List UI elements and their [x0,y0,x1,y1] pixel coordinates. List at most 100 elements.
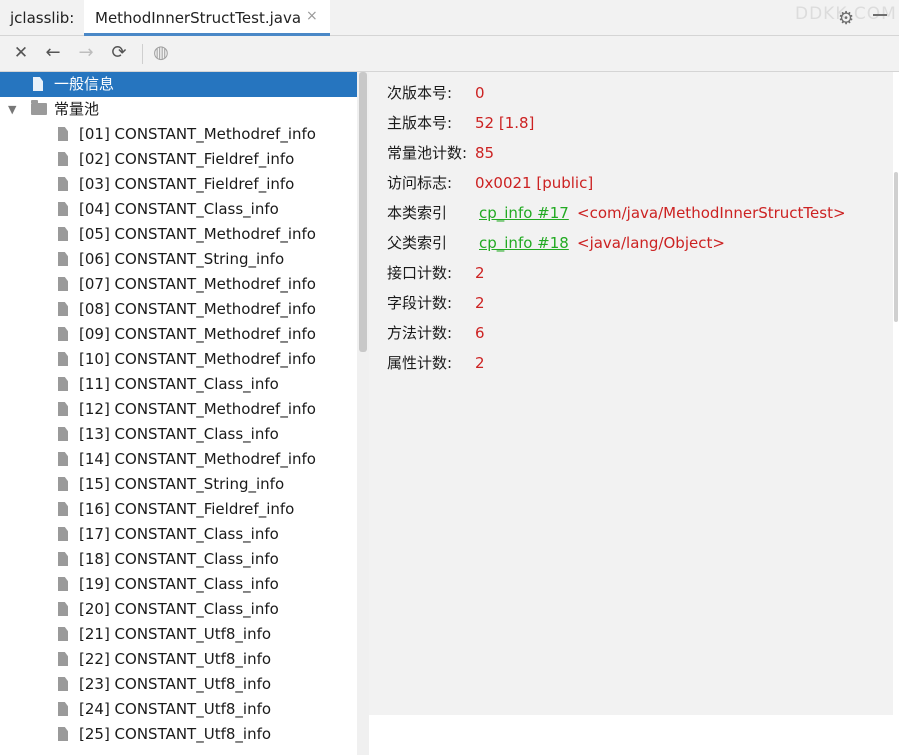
tree-item-constant[interactable]: [14] CONSTANT_Methodref_info [0,447,357,472]
file-icon [58,552,68,566]
tree-item-general-info[interactable]: 一般信息 [0,72,357,97]
attributes-count-value: 2 [475,354,485,372]
methods-count-value: 6 [475,324,485,342]
file-icon [58,652,68,666]
tree-item-constant[interactable]: [25] CONSTANT_Utf8_info [0,722,357,747]
tab-label: MethodInnerStructTest.java [95,9,302,27]
tree-item-constant[interactable]: [01] CONSTANT_Methodref_info [0,122,357,147]
tree-item-label: [09] CONSTANT_Methodref_info [79,325,316,343]
super-class-value: <java/lang/Object> [577,234,725,252]
tree-item-constant[interactable]: [22] CONSTANT_Utf8_info [0,647,357,672]
tree-item-constant[interactable]: [03] CONSTANT_Fieldref_info [0,172,357,197]
super-class-label: 父类索引 [387,234,448,252]
tree-item-constant[interactable]: [16] CONSTANT_Fieldref_info [0,497,357,522]
tree-item-label: [21] CONSTANT_Utf8_info [79,625,272,643]
tree-item-label: [01] CONSTANT_Methodref_info [79,125,316,143]
file-icon [58,477,68,491]
tree-item-constant[interactable]: [23] CONSTANT_Utf8_info [0,672,357,697]
tree-item-constant[interactable]: [17] CONSTANT_Class_info [0,522,357,547]
structure-tree: 一般信息 ▼ 常量池 [01] CONSTANT_Methodref_info [… [0,72,357,755]
tree-item-constant[interactable]: [18] CONSTANT_Class_info [0,547,357,572]
minor-version-label: 次版本号: [387,84,453,102]
tab-close-icon[interactable]: × [306,8,318,24]
tab-methodinnerstructtest[interactable]: MethodInnerStructTest.java × [84,0,330,36]
this-class-value: <com/java/MethodInnerStructTest> [577,204,846,222]
tree-item-label: [14] CONSTANT_Methodref_info [79,450,316,468]
tree-item-label: [12] CONSTANT_Methodref_info [79,400,316,418]
constant-pool-count-value: 85 [475,144,495,162]
details-scrollbar[interactable] [893,72,899,755]
super-class-cp-link[interactable]: cp_info #18 [479,232,569,254]
tree-item-constant[interactable]: [07] CONSTANT_Methodref_info [0,272,357,297]
scrollbar-thumb[interactable] [894,172,898,322]
tree-item-constant[interactable]: [05] CONSTANT_Methodref_info [0,222,357,247]
gear-icon[interactable]: ⚙ [838,8,854,29]
tree-item-label: [25] CONSTANT_Utf8_info [79,725,272,743]
tree-item-label: [23] CONSTANT_Utf8_info [79,675,272,693]
access-flags-value: 0x0021 [public] [475,174,594,192]
scrollbar-thumb[interactable] [359,72,367,352]
tree-item-constant[interactable]: [04] CONSTANT_Class_info [0,197,357,222]
minimize-icon[interactable] [873,14,887,16]
methods-count-label: 方法计数: [387,324,453,342]
tree-item-constant[interactable]: [24] CONSTANT_Utf8_info [0,697,357,722]
tree-item-label: [18] CONSTANT_Class_info [79,550,279,568]
file-icon [58,702,68,716]
file-icon [58,377,68,391]
refresh-icon[interactable]: ⟳ [106,40,132,66]
tool-window-title: jclasslib: [10,9,75,27]
tab-bar: jclasslib: MethodInnerStructTest.java × … [0,0,899,36]
access-flags-label: 访问标志: [387,174,453,192]
file-icon [58,277,68,291]
tree-item-label: [02] CONSTANT_Fieldref_info [79,150,295,168]
tree-scrollbar[interactable] [357,72,369,755]
tree-item-label: [07] CONSTANT_Methodref_info [79,275,316,293]
toolbar: ✕ ← → ⟳ ◍ [0,36,899,72]
tree-item-constant[interactable]: [12] CONSTANT_Methodref_info [0,397,357,422]
file-icon [58,727,68,741]
chevron-down-icon[interactable]: ▼ [8,97,16,122]
back-arrow-icon[interactable]: ← [40,40,66,66]
attributes-count-label: 属性计数: [387,354,453,372]
major-version-label: 主版本号: [387,114,453,132]
tree-item-constant[interactable]: [10] CONSTANT_Methodref_info [0,347,357,372]
tree-item-label: [06] CONSTANT_String_info [79,250,285,268]
tree-item-label: [19] CONSTANT_Class_info [79,575,279,593]
tree-item-label: 一般信息 [54,75,115,93]
tree-item-constant[interactable]: [11] CONSTANT_Class_info [0,372,357,397]
file-icon [58,602,68,616]
tree-item-constant[interactable]: [13] CONSTANT_Class_info [0,422,357,447]
tree-item-label: [13] CONSTANT_Class_info [79,425,279,443]
tree-item-constant[interactable]: [06] CONSTANT_String_info [0,247,357,272]
tree-item-constant[interactable]: [02] CONSTANT_Fieldref_info [0,147,357,172]
tree-item-label: [22] CONSTANT_Utf8_info [79,650,272,668]
tree-item-constant[interactable]: [21] CONSTANT_Utf8_info [0,622,357,647]
interfaces-count-label: 接口计数: [387,264,453,282]
tree-item-constant[interactable]: [20] CONSTANT_Class_info [0,597,357,622]
file-icon [58,427,68,441]
tree-item-label: 常量池 [54,100,100,118]
tree-item-label: [15] CONSTANT_String_info [79,475,285,493]
file-icon [58,577,68,591]
minor-version-value: 0 [475,84,485,102]
tree-item-constant[interactable]: [09] CONSTANT_Methodref_info [0,322,357,347]
file-icon [58,677,68,691]
tree-item-label: [05] CONSTANT_Methodref_info [79,225,316,243]
tree-item-constant[interactable]: [19] CONSTANT_Class_info [0,572,357,597]
toolbar-divider [142,44,143,64]
web-globe-icon[interactable]: ◍ [148,40,174,66]
tree-item-constant[interactable]: [08] CONSTANT_Methodref_info [0,297,357,322]
tree-item-label: [04] CONSTANT_Class_info [79,200,279,218]
file-icon [58,527,68,541]
major-version-value: 52 [1.8] [475,114,535,132]
tree-item-constant-pool[interactable]: ▼ 常量池 [0,97,357,122]
this-class-label: 本类索引 [387,204,448,222]
close-icon[interactable]: ✕ [8,40,34,66]
file-icon [58,252,68,266]
tree-item-label: [03] CONSTANT_Fieldref_info [79,175,295,193]
forward-arrow-icon[interactable]: → [73,40,99,66]
tree-item-constant[interactable]: [15] CONSTANT_String_info [0,472,357,497]
file-icon [58,502,68,516]
file-icon [58,452,68,466]
this-class-cp-link[interactable]: cp_info #17 [479,202,569,224]
